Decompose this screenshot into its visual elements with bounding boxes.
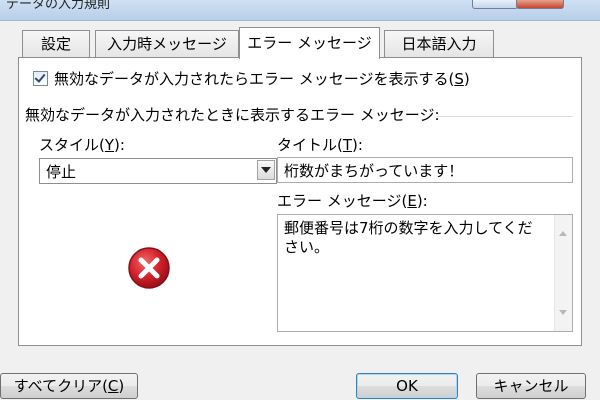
tab-error-message[interactable]: エラー メッセージ — [239, 27, 380, 59]
show-error-checkbox[interactable] — [33, 71, 48, 86]
style-label: スタイル(Y): — [39, 136, 125, 154]
show-error-option[interactable]: 無効なデータが入力されたらエラー メッセージを表示する(S) — [33, 68, 470, 89]
error-group-label: 無効なデータが入力されたときに表示するエラー メッセージ: — [25, 106, 440, 124]
help-button[interactable] — [472, 0, 518, 9]
title-label: タイトル(T): — [277, 136, 363, 154]
title-input[interactable]: 桁数がまちがっています！ — [277, 157, 573, 183]
title-value: 桁数がまちがっています！ — [284, 162, 464, 180]
dropdown-arrow-icon[interactable] — [257, 160, 275, 180]
title-bar: データの入力規則 — [0, 0, 600, 21]
show-error-label[interactable]: 無効なデータが入力されたらエラー メッセージを表示する(S) — [54, 68, 470, 89]
tab-settings[interactable]: 設定 — [22, 30, 90, 58]
error-message-panel: 無効なデータが入力されたらエラー メッセージを表示する(S) 無効なデータが入力… — [18, 57, 582, 346]
error-message-textarea[interactable]: 郵便番号は7桁の数字を入力してください。 — [277, 214, 573, 332]
scroll-down-icon[interactable] — [559, 310, 567, 315]
ok-button[interactable]: OK — [356, 373, 458, 399]
error-message-value: 郵便番号は7桁の数字を入力してください。 — [284, 219, 533, 256]
close-button[interactable] — [516, 0, 564, 9]
cancel-button[interactable]: キャンセル — [476, 373, 586, 399]
scroll-up-icon[interactable] — [559, 231, 567, 236]
error-stop-icon — [128, 247, 170, 289]
group-divider — [437, 116, 573, 117]
style-value: 停止 — [46, 163, 77, 181]
window-title: データの入力規則 — [6, 0, 111, 10]
error-message-label: エラー メッセージ(E): — [277, 192, 428, 210]
clear-all-button[interactable]: すべてクリア(C) — [0, 373, 138, 399]
tab-ime[interactable]: 日本語入力 — [384, 30, 494, 58]
tab-input-message[interactable]: 入力時メッセージ — [95, 30, 239, 58]
textarea-scrollbar[interactable] — [554, 215, 572, 331]
style-select[interactable]: 停止 — [39, 158, 277, 184]
